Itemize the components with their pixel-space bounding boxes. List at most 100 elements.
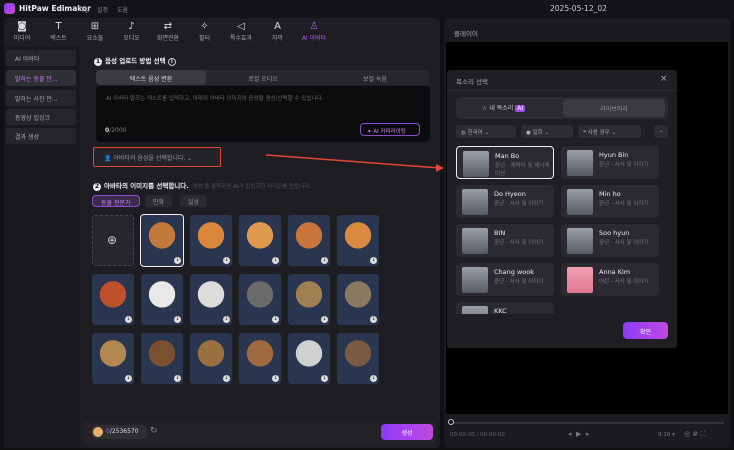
download-icon[interactable]: ↓ (272, 316, 279, 323)
time-display: 00:00:00 / 00:00:00 (450, 432, 505, 438)
timeline-scrubber[interactable] (452, 422, 724, 424)
avatar-dog[interactable]: ↓ (239, 333, 281, 384)
prev-frame-icon[interactable]: ◂ (568, 430, 572, 438)
voice-avatar (462, 228, 488, 254)
playhead[interactable] (448, 419, 454, 425)
download-icon[interactable]: ↓ (223, 257, 230, 264)
grid-icon[interactable]: # (692, 430, 698, 438)
voice-desc: 중년 - 서사 및 이야기 (494, 279, 544, 285)
avatar-panda[interactable]: ↓ (190, 274, 232, 325)
voice-avatar (462, 267, 488, 293)
sidebar-item[interactable]: 결과 생성 (6, 128, 76, 144)
sidebar-item[interactable]: 말하는 사진 만... (6, 90, 76, 106)
voice-name: Anna Kim (599, 268, 631, 276)
close-icon[interactable]: × (660, 74, 668, 84)
voice-avatar (462, 306, 488, 314)
fullscreen-icon[interactable]: ⛶ (700, 430, 705, 438)
voice-desc: 중년 - 서사 및 이야기 (494, 240, 544, 246)
download-icon[interactable]: ↓ (321, 257, 328, 264)
globe-icon: ◍ (461, 130, 466, 136)
download-icon[interactable]: ↓ (223, 316, 230, 323)
add-image-icon: ⊕ (107, 233, 118, 247)
voice-source-tabs: ☆ 내 목소리 AI 라이브러리 (456, 97, 668, 119)
voice-card[interactable]: Chang wook 중년 - 서사 및 이야기 (456, 263, 554, 296)
avatar-lion[interactable]: ↓ (190, 333, 232, 384)
avatar-bear[interactable]: ↓ (141, 333, 183, 384)
avatar-fox[interactable]: ↓ (190, 215, 232, 266)
voice-card[interactable]: Soo hyun 중년 - 서사 및 이야기 (561, 224, 659, 257)
next-frame-icon[interactable]: ▸ (586, 430, 590, 438)
avatar-cheetah[interactable]: ↓ (92, 333, 134, 384)
voice-card[interactable]: KKC (456, 302, 554, 314)
usecase-filter[interactable]: ❝ 사용 경우 ⌄ (578, 125, 641, 138)
tab-my-voice[interactable]: ☆ 내 목소리 AI (482, 103, 526, 112)
download-icon[interactable]: ↓ (272, 257, 279, 264)
voice-card[interactable]: Min ho 중년 - 서사 및 이야기 (561, 185, 659, 218)
aspect-ratio-select[interactable]: 9:16 ▾ (658, 432, 675, 438)
more-filter-button[interactable]: ⌄ (654, 125, 668, 138)
avatar-panda[interactable]: ↓ (141, 274, 183, 325)
snapshot-icon[interactable]: ◎ (684, 430, 690, 438)
tab-library[interactable]: 라이브러리 (563, 99, 665, 117)
voice-name: BIN (494, 229, 506, 237)
ai-badge: AI (515, 105, 526, 112)
voice-desc: 중년 - 서사 및 이야기 (599, 201, 649, 207)
avatar-fox[interactable]: ↓ (288, 215, 330, 266)
category-animal-expert[interactable]: 동물 전문가 (92, 195, 140, 207)
category-daily[interactable]: 일상 (180, 195, 208, 207)
download-icon[interactable]: ↓ (272, 375, 279, 382)
upload-avatar-button[interactable]: ⊕ (92, 215, 134, 266)
category-cartoon[interactable]: 만화 (145, 195, 173, 207)
download-icon[interactable]: ↓ (370, 257, 377, 264)
voice-desc: 중년 - 서사 및 이야기 (599, 240, 649, 246)
voice-card[interactable]: Anna Kim 어린 - 서사 및 이야기 (561, 263, 659, 296)
credits-badge: 0/2536570 (90, 425, 148, 439)
sidebar-item[interactable]: 말하는 동물 만... (6, 70, 76, 86)
quote-icon: ❝ (583, 130, 586, 136)
voice-desc: 중년 - 서사 및 이야기 (599, 162, 649, 168)
sidebar-item[interactable]: AI 아바타 (6, 50, 76, 66)
download-icon[interactable]: ↓ (223, 375, 230, 382)
voice-name: Chang wook (494, 268, 534, 276)
voice-avatar (567, 189, 593, 215)
avatar-fox[interactable]: ↓ (337, 215, 379, 266)
avatar-panda-red[interactable]: ↓ (92, 274, 134, 325)
voice-desc: 중년 - 캐릭터 및 애니메이션 (495, 163, 550, 177)
download-icon[interactable]: ↓ (125, 316, 132, 323)
step2-hint: '생성'을 클릭하면 AI가 립싱크한 비디오를 만듭니다. (191, 184, 312, 190)
voice-avatar (567, 267, 593, 293)
voice-name: Min ho (599, 190, 621, 198)
voice-select-dialog: 목소리 선택 × ☆ 내 목소리 AI 라이브러리 ◍ 한국어 ⌄ ● 일회 ⌄… (447, 70, 677, 348)
avatar-cat[interactable]: ↓ (140, 214, 184, 267)
download-icon[interactable]: ↓ (174, 316, 181, 323)
avatar-beaver[interactable]: ↓ (337, 333, 379, 384)
voice-card[interactable]: Do Hyeon 중년 - 서사 및 이야기 (456, 185, 554, 218)
voice-card[interactable]: Man Bo 중년 - 캐릭터 및 애니메이션 (456, 146, 554, 179)
download-icon[interactable]: ↓ (370, 375, 377, 382)
voice-name: Hyun Bin (599, 151, 629, 159)
voice-card[interactable]: BIN 중년 - 서사 및 이야기 (456, 224, 554, 257)
download-icon[interactable]: ↓ (321, 375, 328, 382)
avatar-cat[interactable]: ↓ (239, 215, 281, 266)
voice-desc: 어린 - 서사 및 이야기 (599, 279, 649, 285)
confirm-button[interactable]: 확인 (623, 322, 668, 339)
download-icon[interactable]: ↓ (370, 316, 377, 323)
avatar-panda[interactable]: ↓ (288, 333, 330, 384)
gender-filter[interactable]: ● 일회 ⌄ (521, 125, 573, 138)
voice-card[interactable]: Hyun Bin 중년 - 서사 및 이야기 (561, 146, 659, 179)
divider (447, 90, 677, 91)
voice-name: KKC (494, 307, 507, 314)
play-icon[interactable]: ▶ (576, 430, 581, 438)
avatar-raccoon[interactable]: ↓ (239, 274, 281, 325)
download-icon[interactable]: ↓ (125, 375, 132, 382)
avatar-kangaroo[interactable]: ↓ (288, 274, 330, 325)
download-icon[interactable]: ↓ (321, 316, 328, 323)
sidebar-item[interactable]: 동영상 립싱크 (6, 109, 76, 125)
step2-heading: 2 아바타의 이미지를 선택합니다. '생성'을 클릭하면 AI가 립싱크한 비디… (93, 182, 312, 191)
avatar-cat-suit[interactable]: ↓ (337, 274, 379, 325)
download-icon[interactable]: ↓ (174, 257, 181, 264)
download-icon[interactable]: ↓ (174, 375, 181, 382)
generate-button[interactable]: 생성 (381, 424, 433, 440)
refresh-icon[interactable]: ↻ (150, 426, 158, 436)
language-filter[interactable]: ◍ 한국어 ⌄ (456, 125, 516, 138)
